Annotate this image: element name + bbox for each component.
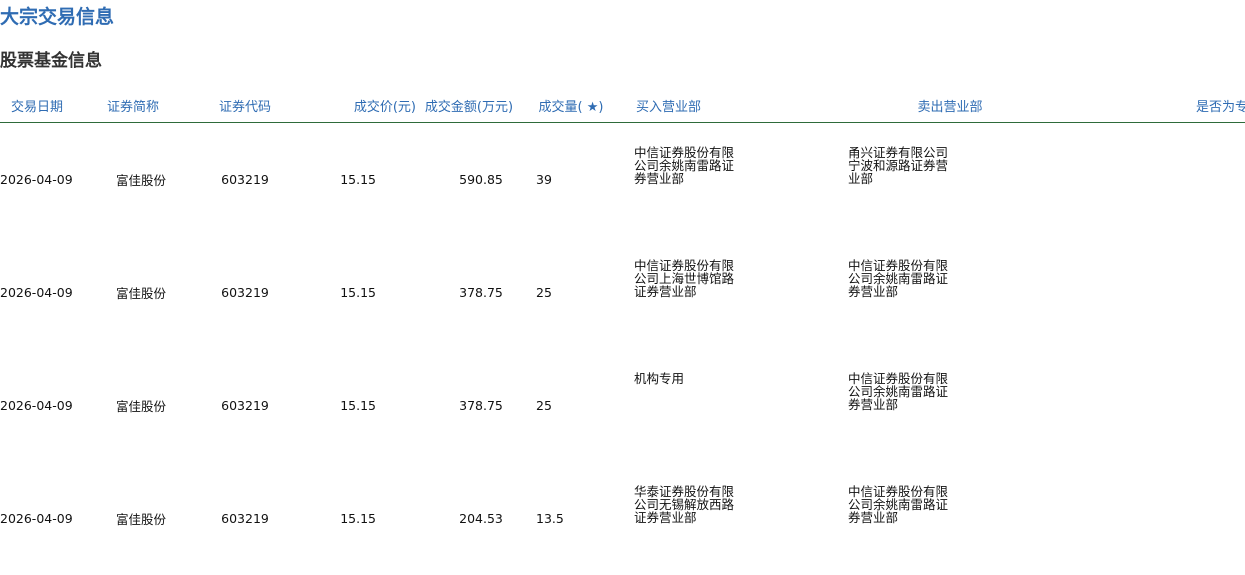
cell-price: 15.15 xyxy=(340,172,376,187)
cell-seller: 中信证券股份有限公司余姚南雷路证券营业部 xyxy=(836,349,1064,462)
header-seller: 卖出营业部 xyxy=(836,88,1064,123)
cell-special: 否 xyxy=(1064,349,1245,462)
header-amount: 成交金额(万元) xyxy=(416,88,522,123)
seller-text: 中信证券股份有限公司余姚南雷路证券营业部 xyxy=(848,371,949,412)
header-security-code: 证券代码 xyxy=(192,88,298,123)
buyer-text: 中信证券股份有限公司余姚南雷路证券营业部 xyxy=(634,145,735,186)
cell-buyer: 中信证券股份有限公司上海世博馆路证券营业部 xyxy=(620,236,836,349)
cell-security-name: 富佳股份 xyxy=(115,173,166,188)
header-special: 是否为专场 xyxy=(1064,88,1245,123)
table-header-row: 交易日期 证券简称 证券代码 成交价(元) 成交金额(万元) 成交量( ★) 买… xyxy=(0,88,1245,123)
seller-text: 中信证券股份有限公司余姚南雷路证券营业部 xyxy=(848,258,949,299)
cell-amount: 378.75 xyxy=(459,285,503,300)
cell-security-code: 603219 xyxy=(221,172,269,187)
cell-security-code: 603219 xyxy=(221,398,269,413)
cell-special: 否 xyxy=(1064,462,1245,575)
cell-security-name: 富佳股份 xyxy=(115,399,166,414)
header-volume: 成交量( ★) xyxy=(522,88,620,123)
seller-text: 中信证券股份有限公司余姚南雷路证券营业部 xyxy=(848,484,949,525)
cell-trade-date: 2026-04-09 xyxy=(0,285,73,300)
cell-security-name: 富佳股份 xyxy=(115,512,166,527)
cell-buyer: 中信证券股份有限公司余姚南雷路证券营业部 xyxy=(620,123,836,237)
cell-trade-date: 2026-04-09 xyxy=(0,398,73,413)
cell-security-name: 富佳股份 xyxy=(115,286,166,301)
cell-buyer: 机构专用 xyxy=(620,349,836,462)
cell-special: 否 xyxy=(1064,123,1245,237)
cell-amount: 204.53 xyxy=(459,511,503,526)
table-row: 2026-04-09 富佳股份 603219 15.15 204.53 13.5… xyxy=(0,462,1245,575)
buyer-text: 华泰证券股份有限公司无锡解放西路证券营业部 xyxy=(634,484,735,525)
buyer-text: 机构专用 xyxy=(634,371,685,386)
cell-trade-date: 2026-04-09 xyxy=(0,511,73,526)
table-row: 2026-04-09 富佳股份 603219 15.15 378.75 25 中… xyxy=(0,236,1245,349)
block-trade-table: 交易日期 证券简称 证券代码 成交价(元) 成交金额(万元) 成交量( ★) 买… xyxy=(0,88,1245,575)
page-title: 大宗交易信息 xyxy=(0,6,115,28)
cell-price: 15.15 xyxy=(340,285,376,300)
cell-volume: 13.5 xyxy=(536,511,564,526)
buyer-text: 中信证券股份有限公司上海世博馆路证券营业部 xyxy=(634,258,735,299)
header-buyer: 买入营业部 xyxy=(620,88,836,123)
cell-volume: 25 xyxy=(536,285,552,300)
cell-amount: 378.75 xyxy=(459,398,503,413)
cell-volume: 39 xyxy=(536,172,552,187)
header-price: 成交价(元) xyxy=(298,88,416,123)
table-row: 2026-04-09 富佳股份 603219 15.15 378.75 25 机… xyxy=(0,349,1245,462)
cell-security-code: 603219 xyxy=(221,511,269,526)
header-trade-date: 交易日期 xyxy=(0,88,74,123)
cell-trade-date: 2026-04-09 xyxy=(0,172,73,187)
table-row: 2026-04-09 富佳股份 603219 15.15 590.85 39 中… xyxy=(0,123,1245,237)
cell-special: 否 xyxy=(1064,236,1245,349)
cell-seller: 中信证券股份有限公司余姚南雷路证券营业部 xyxy=(836,462,1064,575)
cell-price: 15.15 xyxy=(340,398,376,413)
cell-buyer: 华泰证券股份有限公司无锡解放西路证券营业部 xyxy=(620,462,836,575)
cell-security-code: 603219 xyxy=(221,285,269,300)
cell-seller: 甬兴证券有限公司宁波和源路证券营业部 xyxy=(836,123,1064,237)
section-title: 股票基金信息 xyxy=(0,51,102,71)
cell-volume: 25 xyxy=(536,398,552,413)
cell-amount: 590.85 xyxy=(459,172,503,187)
seller-text: 甬兴证券有限公司宁波和源路证券营业部 xyxy=(848,145,949,186)
header-security-name: 证券简称 xyxy=(74,88,192,123)
cell-price: 15.15 xyxy=(340,511,376,526)
cell-seller: 中信证券股份有限公司余姚南雷路证券营业部 xyxy=(836,236,1064,349)
